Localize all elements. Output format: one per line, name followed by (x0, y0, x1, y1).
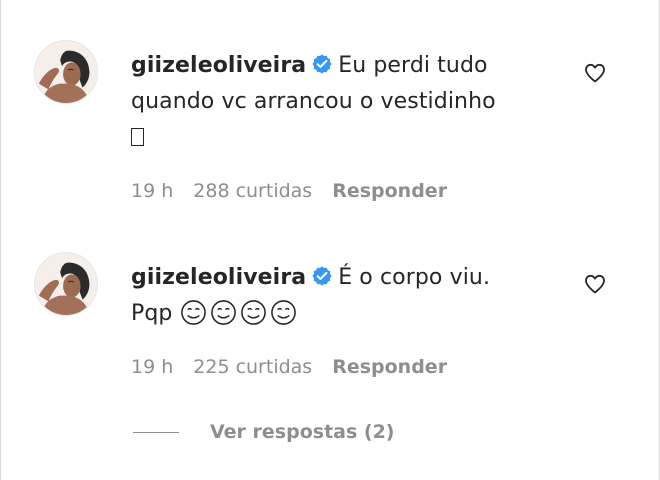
like-count[interactable]: 288 curtidas (193, 180, 312, 202)
heart-outline-icon[interactable] (583, 61, 607, 85)
reply-button[interactable]: Responder (332, 356, 447, 378)
replies-divider-line (133, 432, 179, 433)
verified-badge-icon (311, 53, 333, 75)
comment-time[interactable]: 19 h (131, 356, 173, 378)
drooling-face-icon (240, 299, 267, 326)
username-link[interactable]: giizeleoliveira (131, 265, 306, 290)
comment-text-line2: Pqp (131, 301, 173, 326)
avatar-photo (35, 253, 97, 315)
drooling-face-icon (270, 299, 297, 326)
comment-body: giizeleoliveira Eu perdi tudo quando vc a… (131, 48, 551, 156)
frame-border-left (0, 0, 1, 480)
comment-text-line1: Eu perdi tudo (338, 53, 488, 78)
avatar-photo (35, 41, 97, 103)
username-link[interactable]: giizeleoliveira (131, 53, 306, 78)
view-replies-button[interactable]: Ver respostas (2) (133, 421, 394, 443)
heart-outline-icon[interactable] (583, 272, 607, 296)
drooling-face-icon (180, 299, 207, 326)
verified-badge-icon (311, 265, 333, 287)
comment-meta: 19 h 225 curtidas Responder (131, 356, 467, 378)
avatar[interactable] (34, 252, 98, 316)
reply-button[interactable]: Responder (332, 180, 447, 202)
comment-time[interactable]: 19 h (131, 180, 173, 202)
comment-body: giizeleoliveira É o corpo viu. Pqp (131, 260, 551, 338)
avatar[interactable] (34, 40, 98, 104)
drooling-face-icon (210, 299, 237, 326)
comment-text-line2: quando vc arrancou o vestidinho (131, 89, 496, 114)
like-count[interactable]: 225 curtidas (193, 356, 312, 378)
comment-text-line1: É o corpo viu. (338, 265, 491, 290)
missing-glyph-icon (131, 128, 144, 146)
emoji-group (180, 299, 300, 338)
comment-meta: 19 h 288 curtidas Responder (131, 180, 467, 202)
view-replies-label[interactable]: Ver respostas (2) (210, 421, 394, 443)
